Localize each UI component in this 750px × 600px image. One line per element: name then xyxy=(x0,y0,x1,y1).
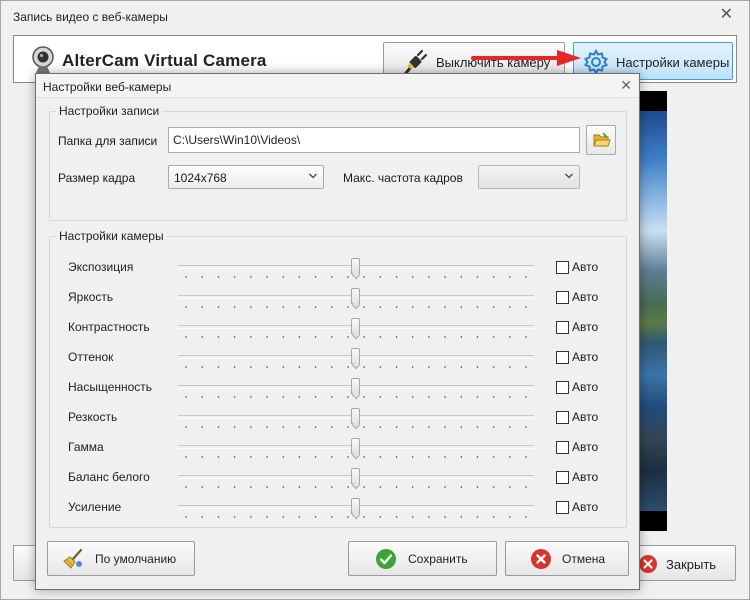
setting-slider[interactable] xyxy=(178,286,534,310)
setting-label: Гамма xyxy=(68,440,104,454)
cancel-button[interactable]: Отмена xyxy=(505,541,629,576)
main-window-close-icon[interactable]: ✕ xyxy=(720,7,733,23)
setting-label: Экспозиция xyxy=(68,260,134,274)
setting-label: Усиление xyxy=(68,500,122,514)
slider-thumb[interactable] xyxy=(351,318,360,334)
setting-slider[interactable] xyxy=(178,316,534,340)
slider-thumb[interactable] xyxy=(351,258,360,274)
auto-label: Авто xyxy=(572,290,599,304)
setting-label: Контрастность xyxy=(68,320,150,334)
reset-defaults-button[interactable]: По умолчанию xyxy=(47,541,195,576)
auto-label: Авто xyxy=(572,320,599,334)
dialog-titlebar: Настройки веб-камеры ✕ xyxy=(36,74,639,98)
auto-label: Авто xyxy=(572,440,599,454)
gear-icon xyxy=(583,49,609,75)
slider-thumb[interactable] xyxy=(351,438,360,454)
cancel-icon xyxy=(531,549,551,569)
webcam-settings-dialog: Настройки веб-камеры ✕ Настройки записи … xyxy=(35,73,640,590)
camera-setting-row: Резкость Авто xyxy=(36,406,639,430)
camera-setting-row: Гамма Авто xyxy=(36,436,639,460)
auto-label: Авто xyxy=(572,410,599,424)
close-icon[interactable]: ✕ xyxy=(620,77,632,94)
check-icon xyxy=(376,549,396,569)
frame-size-value: 1024x768 xyxy=(174,171,227,185)
camera-setting-row: Экспозиция Авто xyxy=(36,256,639,280)
setting-slider[interactable] xyxy=(178,436,534,460)
camera-settings-group-label: Настройки камеры xyxy=(56,229,167,243)
frame-size-label: Размер кадра xyxy=(58,171,136,185)
preview-image xyxy=(637,111,667,511)
slider-thumb[interactable] xyxy=(351,348,360,364)
setting-slider[interactable] xyxy=(178,466,534,490)
camera-setting-row: Усиление Авто xyxy=(36,496,639,520)
setting-slider[interactable] xyxy=(178,376,534,400)
main-window-title: Запись видео с веб-камеры xyxy=(13,10,168,24)
webcam-icon xyxy=(32,46,54,73)
auto-label: Авто xyxy=(572,350,599,364)
setting-slider[interactable] xyxy=(178,346,534,370)
camera-setting-row: Насыщенность Авто xyxy=(36,376,639,400)
slider-thumb[interactable] xyxy=(351,498,360,514)
setting-label: Резкость xyxy=(68,410,118,424)
save-button[interactable]: Сохранить xyxy=(348,541,497,576)
cancel-icon xyxy=(639,555,657,573)
setting-label: Яркость xyxy=(68,290,114,304)
slider-thumb[interactable] xyxy=(351,408,360,424)
camera-settings-label: Настройки камеры xyxy=(616,55,730,70)
camera-preview xyxy=(637,91,667,531)
auto-label: Авто xyxy=(572,260,599,274)
reset-defaults-label: По умолчанию xyxy=(95,552,177,566)
max-fps-label: Макс. частота кадров xyxy=(343,171,463,185)
setting-slider[interactable] xyxy=(178,256,534,280)
camera-setting-row: Контрастность Авто xyxy=(36,316,639,340)
dialog-title: Настройки веб-камеры xyxy=(43,80,172,94)
camera-setting-row: Оттенок Авто xyxy=(36,346,639,370)
plug-icon xyxy=(404,49,428,75)
slider-thumb[interactable] xyxy=(351,288,360,304)
record-folder-label: Папка для записи xyxy=(58,134,158,148)
broom-icon xyxy=(63,548,83,569)
main-window-titlebar: Запись видео с веб-камеры ✕ xyxy=(1,1,749,31)
brand-title: AlterCam Virtual Camera xyxy=(62,51,267,70)
recording-settings-label: Настройки записи xyxy=(56,104,163,118)
auto-label: Авто xyxy=(572,470,599,484)
max-fps-select[interactable] xyxy=(478,165,580,189)
auto-label: Авто xyxy=(572,500,599,514)
chevron-down-icon xyxy=(565,173,573,179)
auto-label: Авто xyxy=(572,380,599,394)
frame-size-select[interactable]: 1024x768 xyxy=(168,165,324,189)
browse-folder-button[interactable] xyxy=(586,125,616,155)
setting-label: Оттенок xyxy=(68,350,114,364)
setting-slider[interactable] xyxy=(178,496,534,520)
camera-setting-row: Яркость Авто xyxy=(36,286,639,310)
close-window-button[interactable]: Закрыть xyxy=(631,545,736,581)
slider-thumb[interactable] xyxy=(351,468,360,484)
folder-open-icon xyxy=(593,132,611,147)
chevron-down-icon xyxy=(309,173,317,179)
slider-thumb[interactable] xyxy=(351,378,360,394)
close-window-label: Закрыть xyxy=(666,557,717,572)
record-folder-input[interactable]: C:\Users\Win10\Videos\ xyxy=(168,127,580,153)
setting-label: Насыщенность xyxy=(68,380,153,394)
camera-setting-row: Баланс белого Авто xyxy=(36,466,639,490)
setting-slider[interactable] xyxy=(178,406,534,430)
cancel-label: Отмена xyxy=(562,552,606,566)
save-label: Сохранить xyxy=(408,552,468,566)
setting-label: Баланс белого xyxy=(68,470,150,484)
red-arrow-icon xyxy=(471,50,581,66)
